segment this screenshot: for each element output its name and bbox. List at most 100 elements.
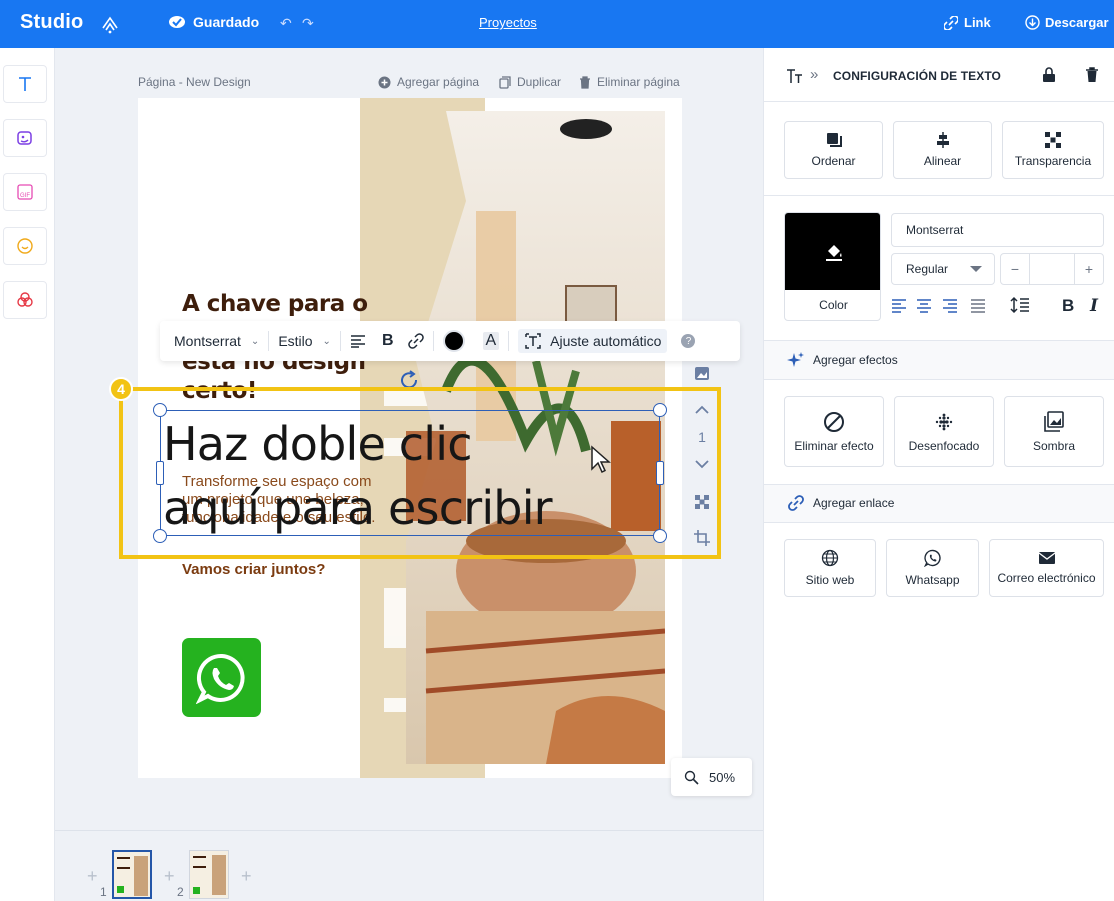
crop-icon[interactable] — [690, 529, 714, 547]
toolbar-divider — [339, 331, 341, 351]
link-icon[interactable] — [407, 333, 424, 349]
app-logo[interactable]: Studio — [20, 11, 83, 34]
delete-icon[interactable] — [1085, 67, 1099, 83]
panel-divider — [764, 522, 1114, 523]
text-highlight-icon[interactable]: A — [482, 332, 500, 350]
transparency-button[interactable]: Transparencia — [1002, 121, 1104, 179]
gif-tool-button[interactable]: GIF — [3, 173, 47, 211]
shadow-button[interactable]: Sombra — [1004, 396, 1104, 467]
align-button[interactable]: Alinear — [893, 121, 992, 179]
transparency-icon[interactable] — [690, 493, 714, 511]
zoom-control[interactable]: 50% — [671, 758, 752, 796]
resize-handle-top-right[interactable] — [653, 403, 667, 417]
text-tool-button[interactable] — [3, 65, 47, 103]
whatsapp-link-button[interactable]: Whatsapp — [886, 539, 979, 597]
text-size-icon — [787, 69, 802, 83]
italic-icon[interactable]: I — [1090, 296, 1098, 316]
font-weight-select[interactable]: Regular — [891, 253, 995, 285]
resize-handle-bottom-right[interactable] — [653, 529, 667, 543]
design-cta[interactable]: Vamos criar juntos? — [182, 561, 325, 578]
align-left-icon[interactable] — [891, 298, 907, 314]
remove-effect-button[interactable]: Eliminar efecto — [784, 396, 884, 467]
link-label: Link — [964, 15, 991, 30]
whatsapp-icon — [195, 653, 245, 704]
search-icon — [684, 770, 699, 785]
align-right-icon[interactable] — [942, 298, 958, 314]
replace-image-icon[interactable] — [690, 366, 714, 382]
paint-bucket-icon — [825, 244, 842, 261]
add-page-after-icon[interactable]: + — [241, 866, 252, 887]
auto-fit-button[interactable]: Ajuste automático — [518, 329, 668, 353]
add-page-between-icon[interactable]: + — [164, 866, 175, 887]
align-center-text-icon[interactable] — [916, 298, 932, 314]
add-link-row[interactable]: Agregar enlace — [787, 494, 894, 512]
no-effect-icon — [824, 411, 844, 432]
duplicate-button[interactable]: Duplicar — [499, 75, 561, 89]
blur-dots-icon — [935, 413, 953, 430]
bold-icon[interactable]: B — [382, 332, 394, 350]
resize-handle-bottom-left[interactable] — [153, 529, 167, 543]
globe-icon — [821, 549, 839, 567]
shapes-tool-button[interactable] — [3, 281, 47, 319]
panel-divider — [764, 195, 1114, 196]
size-increase-button[interactable]: + — [1074, 254, 1103, 284]
emoji-icon — [17, 238, 33, 254]
text-color-swatch[interactable] — [442, 330, 465, 352]
link-button[interactable]: Link — [944, 15, 991, 30]
line-spacing-icon[interactable] — [1010, 296, 1030, 314]
undo-icon[interactable]: ↶ — [280, 15, 294, 31]
blur-button[interactable]: Desenfocado — [894, 396, 994, 467]
style-dropdown[interactable]: Estilo ⌄ — [278, 333, 331, 349]
help-icon[interactable]: ? — [681, 334, 696, 348]
redo-icon[interactable]: ↷ — [302, 15, 316, 31]
delete-page-button[interactable]: Eliminar página — [579, 75, 680, 89]
shadow-label: Sombra — [1032, 438, 1076, 453]
remove-effect-label: Eliminar efecto — [794, 438, 874, 453]
panel-title: CONFIGURACIÓN DE TEXTO — [833, 69, 1001, 83]
image-tool-button[interactable] — [3, 119, 47, 157]
add-page-before-icon[interactable]: + — [87, 866, 98, 887]
email-link-button[interactable]: Correo electrónico — [989, 539, 1104, 597]
resize-handle-right[interactable] — [656, 461, 664, 485]
bold-icon[interactable]: B — [1062, 296, 1074, 316]
floating-text-toolbar: Montserrat ⌄ Estilo ⌄ B A Ajuste automát… — [160, 321, 740, 361]
download-button[interactable]: Descargar — [1025, 15, 1109, 30]
zoom-value: 50% — [709, 769, 736, 785]
resize-handle-top-left[interactable] — [153, 403, 167, 417]
font-family-value: Montserrat — [906, 223, 964, 237]
website-link-button[interactable]: Sitio web — [784, 539, 876, 597]
font-dropdown[interactable]: Montserrat ⌄ — [174, 333, 259, 349]
layer-up-icon[interactable] — [690, 402, 714, 416]
projects-link[interactable]: Proyectos — [479, 15, 537, 30]
resize-text-icon — [525, 333, 541, 349]
blur-label: Desenfocado — [908, 438, 980, 453]
font-size-stepper[interactable]: − + — [1000, 253, 1104, 285]
font-dropdown-label: Montserrat — [174, 333, 241, 349]
lock-icon[interactable] — [1042, 67, 1056, 83]
align-left-icon[interactable] — [350, 334, 366, 348]
checker-icon — [1045, 132, 1061, 148]
duplicate-label: Duplicar — [517, 75, 562, 89]
font-family-select[interactable]: Montserrat — [891, 213, 1104, 247]
resize-handle-left[interactable] — [156, 461, 164, 485]
selection-box[interactable] — [160, 410, 660, 536]
auto-fit-label: Ajuste automático — [550, 333, 662, 349]
delete-page-label: Eliminar página — [597, 75, 680, 89]
add-page-button[interactable]: Agregar página — [378, 75, 479, 89]
align-center-icon — [936, 132, 949, 148]
emoji-tool-button[interactable] — [3, 227, 47, 265]
website-label: Sitio web — [805, 573, 855, 587]
whatsapp-logo[interactable] — [182, 638, 261, 717]
size-decrease-button[interactable]: − — [1001, 254, 1030, 284]
layer-index: 1 — [698, 429, 706, 445]
page-thumbnail-2[interactable] — [189, 850, 229, 899]
layer-down-icon[interactable] — [690, 458, 714, 472]
panel-divider — [764, 101, 1114, 102]
align-justify-icon[interactable] — [970, 298, 986, 314]
page-thumbnail-1[interactable] — [112, 850, 152, 899]
color-swatch-button[interactable]: Color — [784, 212, 881, 321]
arrange-button[interactable]: Ordenar — [784, 121, 883, 179]
chevron-down-icon: ⌄ — [250, 335, 260, 347]
panel-divider — [764, 379, 1114, 380]
add-effects-row[interactable]: Agregar efectos — [787, 351, 898, 369]
